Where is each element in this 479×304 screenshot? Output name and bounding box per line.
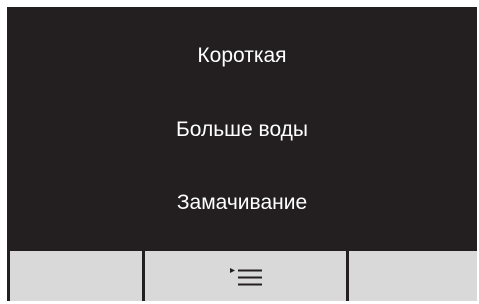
program-menu: Короткая Больше воды Замачивание <box>7 7 477 248</box>
menu-item-soak[interactable]: Замачивание <box>7 188 477 218</box>
display-screen: Короткая Больше воды Замачивание <box>7 7 477 301</box>
bottom-left-button[interactable] <box>10 251 142 301</box>
menu-item-short[interactable]: Короткая <box>7 41 477 71</box>
bottom-button-bar <box>7 248 477 301</box>
bottom-right-button[interactable] <box>349 251 477 301</box>
menu-item-more-water[interactable]: Больше воды <box>7 115 477 145</box>
list-menu-icon <box>230 268 262 286</box>
list-menu-button[interactable] <box>145 251 346 301</box>
